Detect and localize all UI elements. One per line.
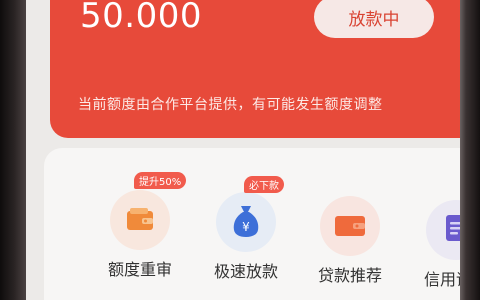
credit-notice: 当前额度由合作平台提供，有可能发生额度调整 — [78, 97, 383, 113]
wallet-icon — [127, 208, 153, 230]
feature-loan-recommend[interactable]: 贷款推荐 — [302, 176, 398, 296]
feature-panel: 提升50% 额度重审 ¥ 必下款 极速放款 贷款推荐 信用 — [44, 148, 480, 300]
device-bezel-right — [460, 0, 480, 300]
feature-label: 额度重审 — [107, 260, 172, 279]
feature-icon-background — [320, 196, 380, 256]
feature-label: 极速放款 — [213, 262, 278, 281]
feature-icon-background — [110, 190, 170, 250]
device-bezel-left — [0, 0, 26, 300]
credit-amount: 50.000 — [80, 0, 202, 36]
feature-icon-background: ¥ — [216, 192, 276, 252]
feature-quota-review[interactable]: 提升50% 额度重审 — [92, 170, 188, 290]
feature-badge: 提升50% — [134, 172, 187, 189]
feature-badge: 必下款 — [244, 176, 284, 193]
app-screen: 50.000 放款中 当前额度由合作平台提供，有可能发生额度调整 提升50% 额… — [0, 0, 480, 300]
wallet-icon — [335, 216, 365, 236]
feature-label: 贷款推荐 — [317, 266, 382, 285]
money-bag-icon: ¥ — [233, 206, 259, 237]
feature-fast-payout[interactable]: ¥ 必下款 极速放款 — [198, 172, 294, 292]
loan-status-button[interactable]: 放款中 — [314, 0, 434, 38]
svg-text:¥: ¥ — [242, 220, 250, 234]
